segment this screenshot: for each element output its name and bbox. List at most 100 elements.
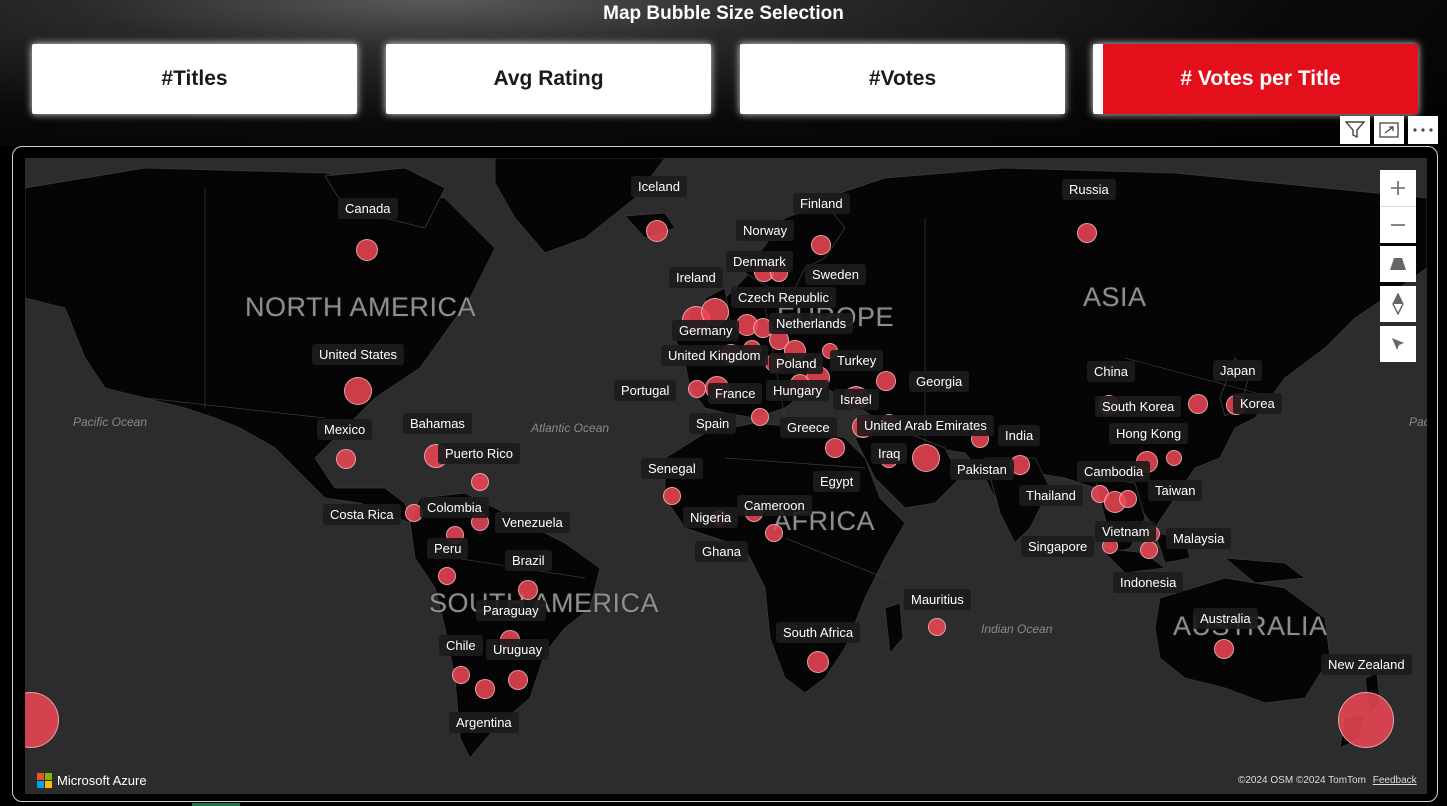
country-label-venezuela: Venezuela [495,512,570,533]
map-bubble-taiwan[interactable] [1166,450,1182,466]
map-bubble-finland[interactable] [811,235,831,255]
map-bubble-canada[interactable] [356,239,378,261]
map-bubble-puerto-rico[interactable] [471,473,489,491]
continent-label-asia: ASIA [1083,282,1147,312]
votes-per-title-button[interactable]: # Votes per Title [1093,44,1418,114]
country-label-ireland: Ireland [669,267,723,288]
map-bubble-south-korea[interactable] [1188,394,1208,414]
compass-icon[interactable] [1380,286,1416,322]
country-label-russia: Russia [1062,179,1116,200]
more-options-icon[interactable] [1408,116,1438,144]
zoom-in-icon[interactable] [1380,170,1416,206]
map-bubble-georgia[interactable] [876,371,896,391]
map-bubble-south-africa[interactable] [807,651,829,673]
continent-label-north-america: NORTH AMERICA [245,292,477,322]
map-bubble-russia[interactable] [1077,223,1097,243]
country-label-canada: Canada [338,198,398,219]
country-label-australia: Australia [1193,608,1258,629]
country-label-korea: Korea [1233,393,1282,414]
country-label-portugal: Portugal [614,380,677,401]
avg-rating-button-label: Avg Rating [493,67,604,90]
country-label-poland: Poland [769,353,824,374]
select-icon[interactable] [1380,326,1416,362]
country-label-finland: Finland [793,193,850,214]
country-label-indonesia: Indonesia [1113,572,1184,593]
country-label-ghana: Ghana [695,541,749,562]
country-label-mauritius: Mauritius [904,589,971,610]
country-label-south-africa: South Africa [776,622,861,643]
country-label-singapore: Singapore [1021,536,1095,557]
country-label-china: China [1087,361,1135,382]
ocean-label-pacific: Pacific Ocean [73,415,148,429]
country-label-malaysia: Malaysia [1166,528,1232,549]
country-label-united-arab-emirates: United Arab Emirates [857,415,994,436]
country-label-uruguay: Uruguay [486,639,550,660]
map-bubble-indonesia[interactable] [1140,541,1158,559]
map-bubble-vietnam[interactable] [1119,490,1137,508]
country-label-norway: Norway [736,220,795,241]
titles-button[interactable]: #Titles [32,44,357,114]
map-bubble-spain[interactable] [751,408,769,426]
country-label-argentina: Argentina [449,712,519,733]
country-label-taiwan: Taiwan [1148,480,1203,501]
ocean-label-pacific-east: Pac [1409,415,1427,429]
country-label-spain: Spain [689,413,737,434]
map-bubble-new-zealand[interactable] [1338,692,1394,748]
map-bubble-portugal[interactable] [688,380,706,398]
country-label-cambodia: Cambodia [1077,461,1151,482]
votes-button[interactable]: #Votes [740,44,1065,114]
map-bubble-peru[interactable] [438,567,456,585]
votes-per-title-button-label: # Votes per Title [1180,67,1341,90]
country-label-france: France [708,383,763,404]
country-label-nigeria: Nigeria [683,507,739,528]
country-label-sweden: Sweden [805,264,866,285]
ocean-label-indian: Indian Ocean [981,622,1053,636]
country-label-netherlands: Netherlands [769,313,854,334]
map-bubble-united-states[interactable] [344,377,372,405]
microsoft-azure-logo: Microsoft Azure [37,773,147,788]
zoom-out-icon[interactable] [1380,206,1416,243]
focus-mode-icon[interactable] [1374,116,1404,144]
avg-rating-button[interactable]: Avg Rating [386,44,711,114]
map-bubble-mexico[interactable] [336,449,356,469]
country-label-mexico: Mexico [317,419,373,440]
map-bubble-uruguay[interactable] [508,670,528,690]
country-label-iceland: Iceland [631,176,687,197]
pitch-icon[interactable] [1380,246,1416,282]
country-label-south-korea: South Korea [1095,396,1182,417]
map-bubble-chile[interactable] [452,666,470,684]
map-canvas[interactable]: NORTH AMERICA EUROPE ASIA AFRICA SOUTH A… [25,158,1427,794]
map-bubble-iceland[interactable] [646,220,668,242]
country-label-israel: Israel [833,389,879,410]
map-bubble-united-arab-emirates[interactable] [912,444,940,472]
country-label-iraq: Iraq [871,443,908,464]
map-bubble-argentina[interactable] [475,679,495,699]
map-bubble-australia[interactable] [1214,639,1234,659]
country-label-hungary: Hungary [766,380,830,401]
votes-button-label: #Votes [868,67,937,90]
map-attribution: ©2024 OSM ©2024 TomTom Feedback [1238,775,1417,786]
ocean-label-atlantic: Atlantic Ocean [531,421,610,435]
country-label-germany: Germany [672,320,740,341]
country-label-turkey: Turkey [830,350,884,371]
country-label-colombia: Colombia [420,497,489,518]
country-label-denmark: Denmark [726,251,793,272]
microsoft-logo-icon [37,773,52,788]
titles-button-label: #Titles [161,67,228,90]
map-bubble-egypt[interactable] [825,438,845,458]
map-bubble-senegal[interactable] [663,487,681,505]
map-bubble-brazil[interactable] [518,580,538,600]
country-label-united-kingdom: United Kingdom [661,345,768,366]
slicer-title: Map Bubble Size Selection [603,3,844,24]
map-bubble-mauritius[interactable] [928,618,946,636]
country-label-costa-rica: Costa Rica [323,504,401,525]
country-label-peru: Peru [427,538,469,559]
map-bubble-ghana[interactable] [765,524,783,542]
logo-text: Microsoft Azure [57,773,147,788]
country-label-pakistan: Pakistan [950,459,1014,480]
country-label-hong-kong: Hong Kong [1109,423,1189,444]
country-label-united-states: United States [312,344,405,365]
feedback-link[interactable]: Feedback [1373,775,1417,786]
country-label-georgia: Georgia [909,371,970,392]
filter-icon[interactable] [1340,116,1370,144]
